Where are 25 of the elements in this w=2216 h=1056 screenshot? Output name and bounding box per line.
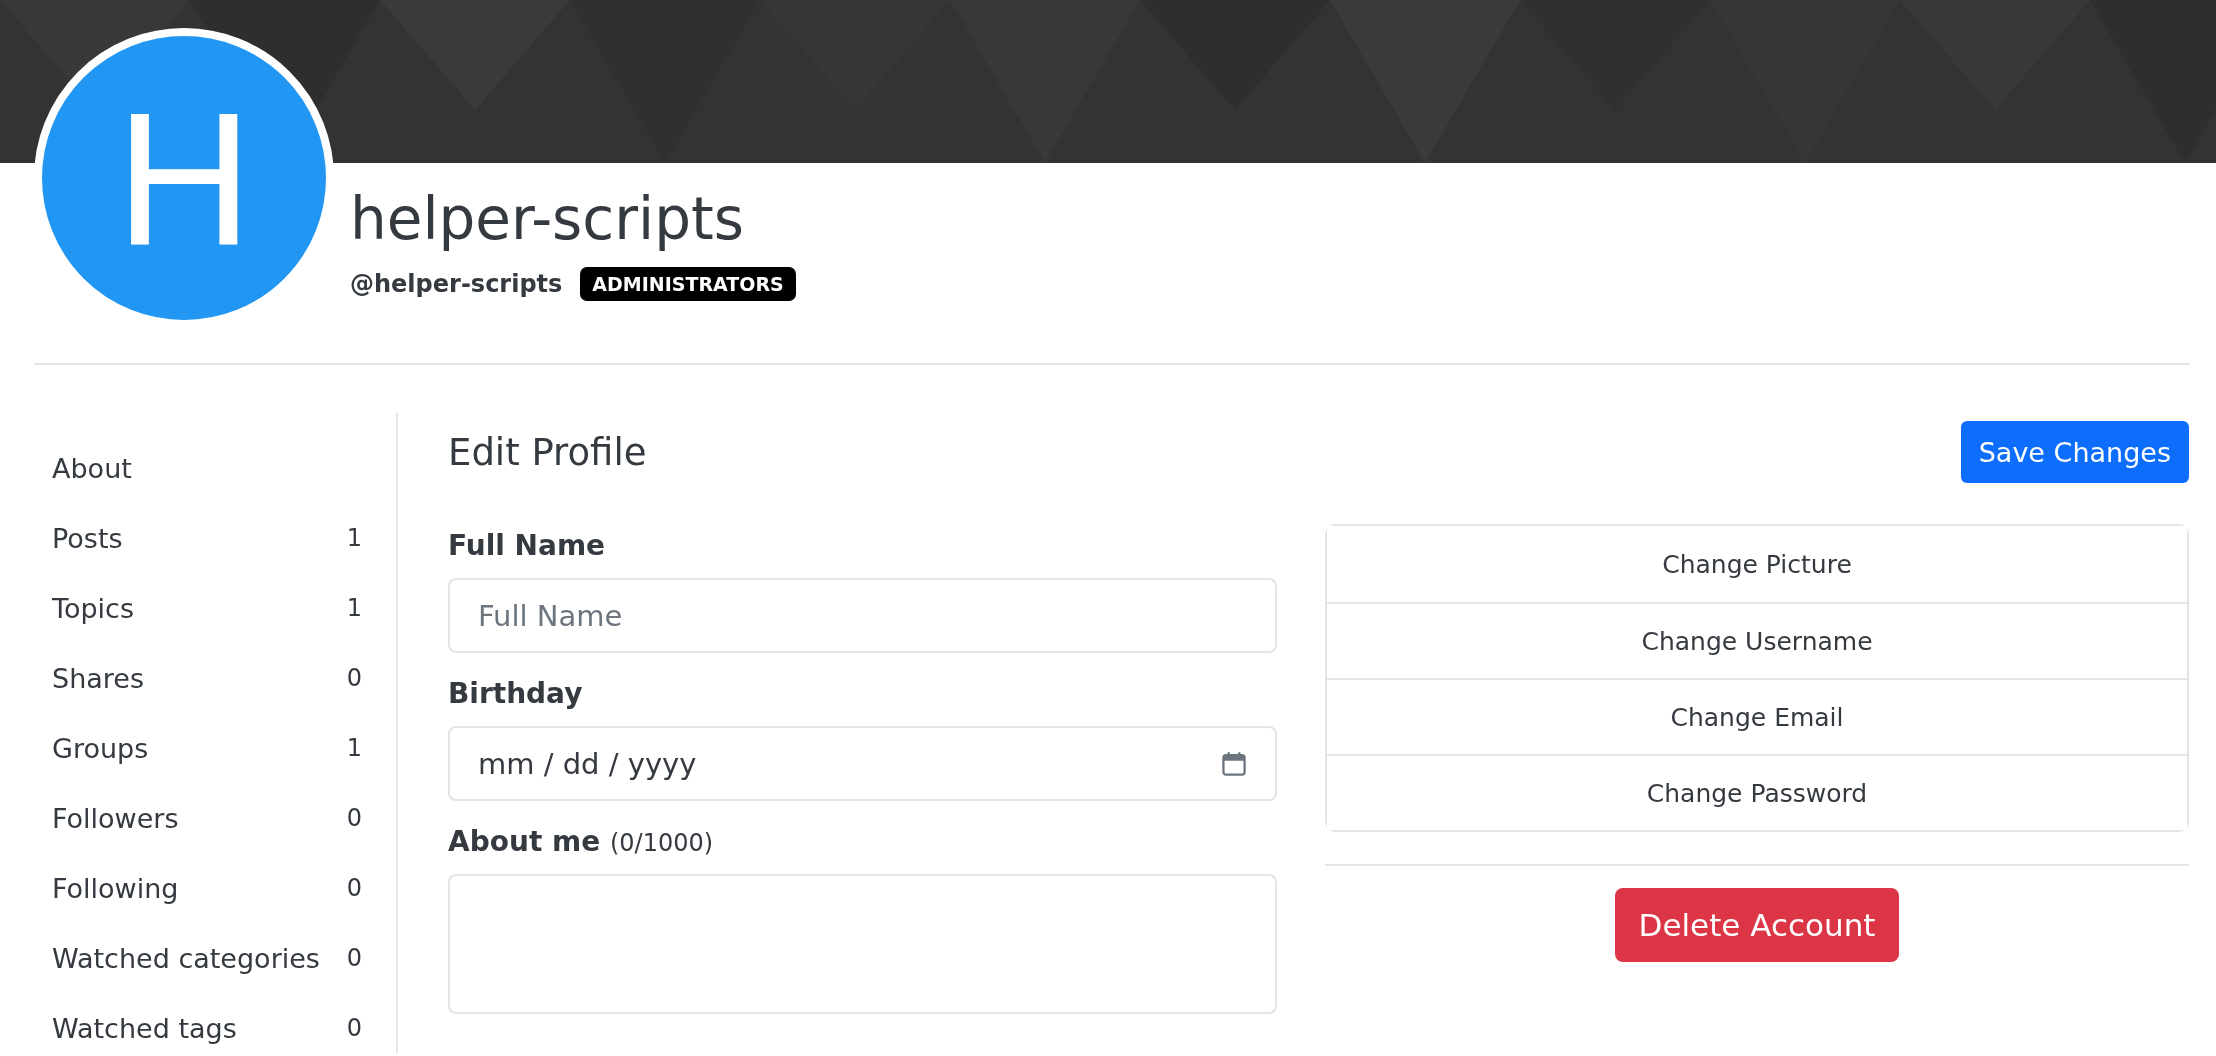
- sidebar-link[interactable]: Groups 1: [52, 713, 362, 783]
- date-field[interactable]: mm / dd / yyyy: [448, 726, 1277, 801]
- sidebar-link[interactable]: Posts 1: [52, 503, 362, 573]
- character-counter: (0/1000): [609, 829, 714, 857]
- sidebar-link[interactable]: Topics 1: [52, 573, 362, 643]
- calendar-icon[interactable]: [1221, 750, 1247, 777]
- sidebar-link[interactable]: Watched categories 0: [52, 923, 362, 993]
- sidebar-link[interactable]: Following 0: [52, 853, 362, 923]
- field-label: Full Name: [448, 529, 607, 562]
- display-name: helper-scripts: [350, 185, 744, 255]
- section-title: Edit Profile: [448, 430, 647, 474]
- sidebar-link[interactable]: About: [52, 433, 362, 503]
- about-me-field[interactable]: [448, 874, 1277, 1014]
- delete-account-button[interactable]: Delete Account: [1614, 888, 1900, 962]
- field-label: Birthday: [448, 677, 584, 710]
- account-action-button[interactable]: Change Password: [1327, 754, 2187, 830]
- save-button[interactable]: Save Changes: [1960, 421, 2189, 483]
- full-name-field[interactable]: Full Name: [448, 578, 1277, 653]
- username: @helper-scripts: [350, 269, 563, 298]
- sidebar-link[interactable]: Watched tags 0: [52, 993, 362, 1056]
- group-badge: ADMINISTRATORS: [580, 266, 796, 301]
- field-label: About me: [448, 825, 602, 858]
- sidebar-link[interactable]: Shares 0: [52, 643, 362, 713]
- sidebar-link[interactable]: Followers 0: [52, 783, 362, 853]
- date-placeholder: mm / dd / yyyy: [478, 746, 697, 781]
